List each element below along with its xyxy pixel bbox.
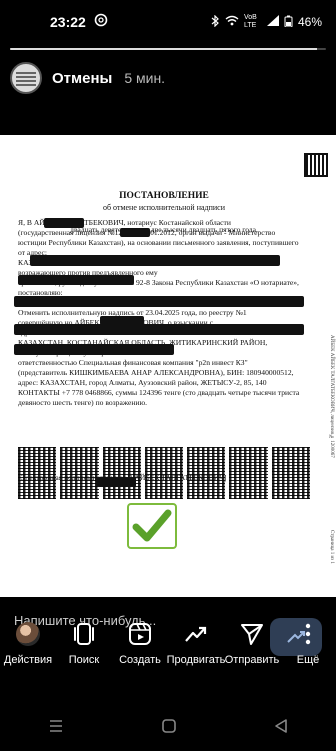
action-label: Отправить (224, 654, 280, 666)
redaction (96, 477, 136, 487)
home-icon[interactable] (161, 718, 177, 739)
action-share[interactable]: Отправить (224, 620, 280, 684)
redaction (14, 296, 304, 307)
more-icon[interactable] (294, 620, 322, 648)
channel-avatar[interactable] (10, 62, 42, 94)
network-label: VoB LTE (243, 14, 257, 29)
redaction (44, 218, 84, 228)
status-bar: 23:22 VoB LTE 46% (0, 0, 336, 44)
action-search[interactable]: Поиск (56, 620, 112, 684)
story-image[interactable]: ПОСТАНОВЛЕНИЕ об отмене исполнительной н… (0, 135, 336, 597)
story-progress-bar (10, 48, 326, 50)
action-actions[interactable]: Действия (0, 620, 56, 684)
side-text: АЙБЕК АЙБЕК ТАЛГАТБЕКОВИЧ, лицензия №120… (329, 335, 334, 458)
redaction (18, 275, 134, 285)
action-label: Действия (3, 654, 53, 666)
story-progress-fill (10, 48, 317, 50)
user-avatar[interactable] (16, 622, 40, 646)
redaction (120, 228, 150, 237)
back-icon[interactable] (274, 718, 288, 739)
qr-code (304, 153, 328, 177)
send-icon[interactable] (238, 620, 266, 648)
action-create[interactable]: Создать (112, 620, 168, 684)
document-title: ПОСТАНОВЛЕНИЕ (119, 191, 209, 201)
document-line: адрес: КАЗАХСТАН, город Алматы, Ауэзовск… (18, 378, 267, 387)
action-more[interactable]: Ещё (280, 620, 336, 684)
create-icon[interactable] (126, 620, 154, 648)
document-line: КОНТАКТЫ +7 778 0468866, суммы 124396 те… (18, 388, 300, 397)
redaction (30, 255, 280, 266)
battery-icon (284, 15, 293, 30)
threads-icon (94, 13, 108, 32)
battery-percent: 46% (297, 15, 322, 29)
channel-name[interactable]: Отмены (52, 70, 112, 87)
wifi-icon (225, 15, 239, 29)
recents-icon[interactable] (48, 719, 64, 738)
barcode (271, 447, 310, 499)
page-number: Страница 1 из 1 (329, 530, 334, 564)
document-line: Отменить исполнительную надпись от 23.04… (18, 308, 247, 317)
document-subtitle: об отмене исполнительной надписи (102, 203, 225, 212)
document-line: девяносто шесть тенге) по возражению. (18, 398, 148, 407)
story-header[interactable]: Отмены 5 мин. (10, 60, 165, 96)
action-label: Создать (119, 654, 161, 666)
checkmark-icon (127, 503, 177, 549)
posted-time: 5 мин. (124, 70, 166, 86)
document-line: юстиции Республики Казахстан), на основа… (18, 238, 299, 247)
action-promote[interactable]: Продвигать (166, 620, 226, 684)
story-actions-bar: Действия Поиск Создать Продвигать Отправ… (0, 620, 336, 684)
action-label: Поиск (68, 654, 100, 666)
barcode (229, 447, 268, 499)
bluetooth-icon (210, 14, 220, 30)
action-label: Продвигать (166, 654, 226, 666)
document-line: (представитель КИШКИМБАЕВА АНАР АЛЕКСАНД… (18, 368, 294, 377)
document-line: (государственная лицензия №1200 от 17.01… (18, 228, 276, 237)
document-line: ответственностью Специальная финансовая … (18, 358, 248, 367)
clock: 23:22 (50, 14, 86, 30)
cards-icon[interactable] (70, 620, 98, 648)
redaction (14, 344, 174, 355)
signal-icon (266, 15, 279, 29)
action-label: Ещё (296, 654, 320, 666)
redaction (14, 324, 304, 335)
trend-icon[interactable] (182, 620, 210, 648)
system-nav-bar (0, 706, 336, 751)
